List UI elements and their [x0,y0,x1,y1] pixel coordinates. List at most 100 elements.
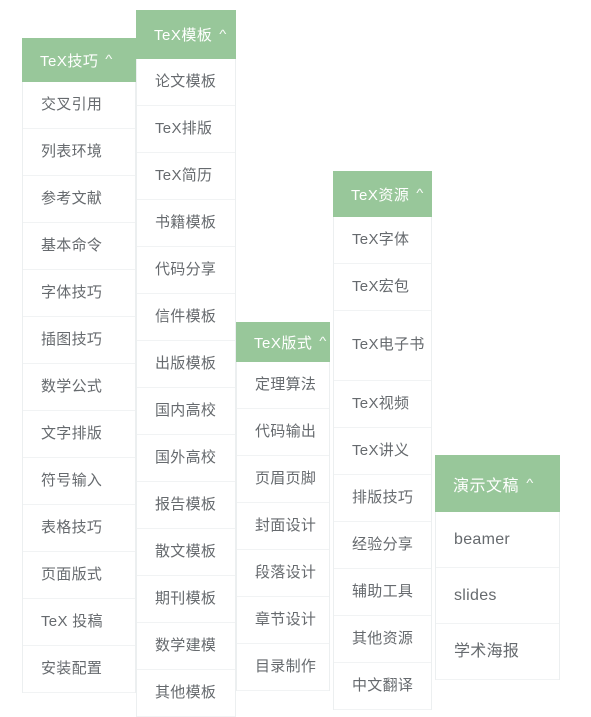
menu-item-label: 散文模板 [155,542,217,560]
menu-item[interactable]: 代码输出 [237,409,329,456]
menu-item-label: 表格技巧 [41,518,103,536]
menu-item[interactable]: 基本命令 [23,223,135,270]
menu-item[interactable]: 其他模板 [137,670,235,717]
menu-item[interactable]: 段落设计 [237,550,329,597]
menu-item-label: TeX电子书 [352,336,425,354]
column-title-label: TeX版式 [254,334,313,352]
menu-item[interactable]: 中文翻译 [334,663,431,710]
menu-item[interactable]: 其他资源 [334,616,431,663]
menu-item-label: 国内高校 [155,401,217,419]
menu-item-label: beamer [454,530,511,548]
column-title-label: TeX资源 [351,186,410,204]
menu-item-label: 信件模板 [155,307,217,325]
menu-column-tex-moban: TeX模板 ^ 论文模板 TeX排版 TeX简历 书籍模板 代码分享 信件模板 … [136,10,236,717]
menu-item[interactable]: 信件模板 [137,294,235,341]
menu-item[interactable]: 出版模板 [137,341,235,388]
menu-item-label: TeX视频 [352,394,410,412]
menu-item[interactable]: 代码分享 [137,247,235,294]
menu-item[interactable]: 参考文献 [23,176,135,223]
menu-item[interactable]: 符号输入 [23,458,135,505]
menu-item[interactable]: 页面版式 [23,552,135,599]
menu-item-label: 数学建模 [155,636,217,654]
menu-item-label: slides [454,586,497,604]
menu-item-label: 基本命令 [41,236,103,254]
menu-item-label: 文字排版 [41,424,103,442]
menu-column-tex-jiqiao: TeX技巧 ^ 交叉引用 列表环境 参考文献 基本命令 字体技巧 插图技巧 数学… [22,38,136,693]
menu-item-label: 参考文献 [41,189,103,207]
menu-item-label: 排版技巧 [352,488,414,506]
menu-item-label: 安装配置 [41,659,103,677]
menu-item[interactable]: slides [436,568,559,624]
menu-item[interactable]: TeX电子书 [334,311,431,381]
menu-item[interactable]: 表格技巧 [23,505,135,552]
menu-item[interactable]: 报告模板 [137,482,235,529]
column-header-tex-ziyuan[interactable]: TeX资源 ^ [333,171,432,217]
column-header-yanshi-wengao[interactable]: 演示文稿 ^ [435,455,560,512]
menu-item-label: 其他模板 [155,683,217,701]
menu-item[interactable]: 经验分享 [334,522,431,569]
chevron-up-icon: ^ [105,52,114,66]
column-title-label: TeX模板 [154,27,213,44]
column-items-tex-moban: 论文模板 TeX排版 TeX简历 书籍模板 代码分享 信件模板 出版模板 国内高… [136,59,236,717]
chevron-up-icon: ^ [416,186,425,200]
menu-item[interactable]: TeX宏包 [334,264,431,311]
menu-item-label: 章节设计 [255,610,317,628]
menu-item[interactable]: 国外高校 [137,435,235,482]
menu-item-label: 期刊模板 [155,589,217,607]
menu-item[interactable]: 散文模板 [137,529,235,576]
menu-item[interactable]: 列表环境 [23,129,135,176]
menu-item[interactable]: 封面设计 [237,503,329,550]
menu-item[interactable]: beamer [436,512,559,568]
menu-item[interactable]: 书籍模板 [137,200,235,247]
menu-item[interactable]: 章节设计 [237,597,329,644]
menu-item[interactable]: 论文模板 [137,59,235,106]
menu-item[interactable]: TeX简历 [137,153,235,200]
menu-item-label: 页面版式 [41,565,103,583]
menu-item-label: 页眉页脚 [255,469,317,487]
column-items-tex-jiqiao: 交叉引用 列表环境 参考文献 基本命令 字体技巧 插图技巧 数学公式 文字排版 … [22,82,136,693]
menu-item[interactable]: TeX 投稿 [23,599,135,646]
menu-item-label: 字体技巧 [41,283,103,301]
menu-item-label: 段落设计 [255,563,317,581]
menu-item[interactable]: 国内高校 [137,388,235,435]
menu-item-label: 交叉引用 [41,95,103,113]
menu-item[interactable]: 定理算法 [237,362,329,409]
menu-item-label: 书籍模板 [155,213,217,231]
menu-item[interactable]: 目录制作 [237,644,329,691]
menu-item[interactable]: 学术海报 [436,624,559,680]
menu-item-label: 列表环境 [41,142,103,160]
menu-item-label: 符号输入 [41,471,103,489]
menu-column-yanshi-wengao: 演示文稿 ^ beamer slides 学术海报 [435,455,560,680]
menu-item[interactable]: TeX讲义 [334,428,431,475]
menu-item-label: 出版模板 [155,354,217,372]
menu-item-label: 中文翻译 [352,676,414,694]
menu-item-label: 辅助工具 [352,582,414,600]
menu-item-label: 封面设计 [255,516,317,534]
menu-item[interactable]: 期刊模板 [137,576,235,623]
menu-item[interactable]: 插图技巧 [23,317,135,364]
menu-item[interactable]: 安装配置 [23,646,135,693]
column-header-tex-jiqiao[interactable]: TeX技巧 ^ [22,38,136,82]
column-items-tex-ziyuan: TeX字体 TeX宏包 TeX电子书 TeX视频 TeX讲义 排版技巧 经验分享… [333,217,432,710]
menu-item-label: 数学公式 [41,377,103,395]
menu-item-label: 定理算法 [255,375,317,393]
menu-item-label: TeX宏包 [352,277,410,295]
menu-item[interactable]: 排版技巧 [334,475,431,522]
column-header-tex-banshi[interactable]: TeX版式 ^ [236,322,330,362]
menu-item[interactable]: 交叉引用 [23,82,135,129]
menu-column-tex-ziyuan: TeX资源 ^ TeX字体 TeX宏包 TeX电子书 TeX视频 TeX讲义 排… [333,171,432,710]
menu-item[interactable]: 页眉页脚 [237,456,329,503]
menu-item-label: TeX 投稿 [41,612,103,630]
menu-item[interactable]: TeX视频 [334,381,431,428]
column-header-tex-moban[interactable]: TeX模板 ^ [136,10,236,59]
menu-item-label: TeX字体 [352,230,410,248]
menu-item[interactable]: TeX排版 [137,106,235,153]
menu-item[interactable]: 文字排版 [23,411,135,458]
menu-item-label: 论文模板 [155,72,217,90]
chevron-up-icon: ^ [526,475,534,490]
menu-item[interactable]: 数学建模 [137,623,235,670]
menu-item[interactable]: 辅助工具 [334,569,431,616]
menu-item[interactable]: 字体技巧 [23,270,135,317]
menu-item[interactable]: TeX字体 [334,217,431,264]
menu-item[interactable]: 数学公式 [23,364,135,411]
